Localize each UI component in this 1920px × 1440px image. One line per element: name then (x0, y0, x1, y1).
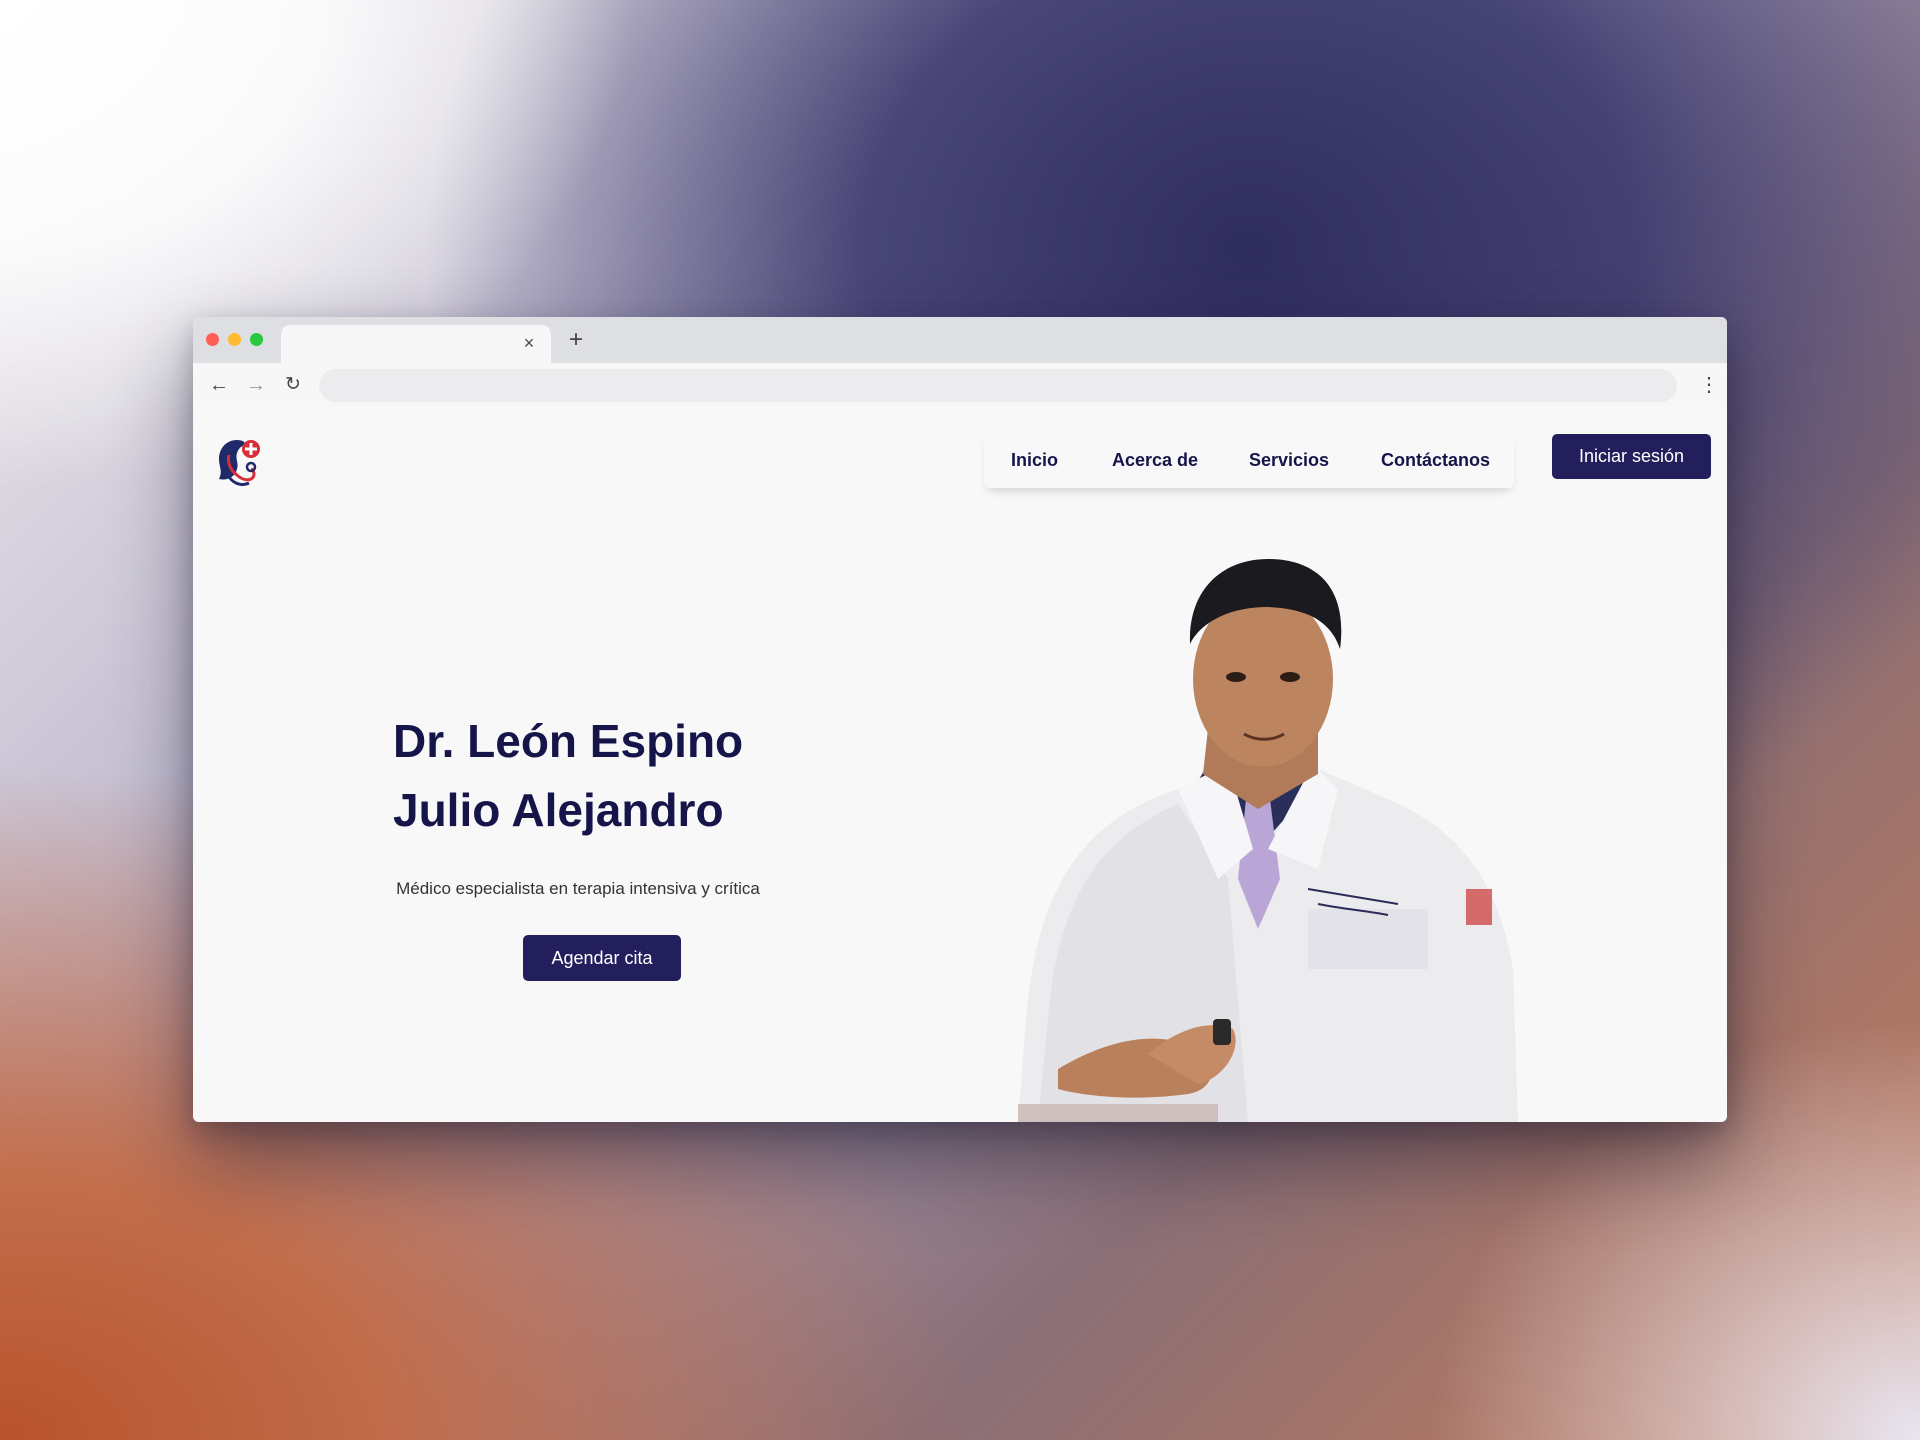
maximize-window-button[interactable] (250, 333, 263, 346)
address-bar[interactable] (319, 369, 1677, 402)
close-tab-icon[interactable]: × (519, 333, 539, 353)
nav-item-contactanos[interactable]: Contáctanos (1381, 432, 1490, 488)
browser-toolbar: ← → ↻ ⋮ (193, 363, 1727, 408)
hero-subtitle: Médico especialista en terapia intensiva… (396, 879, 760, 898)
nav-item-inicio[interactable]: Inicio (1011, 432, 1058, 488)
login-button[interactable]: Iniciar sesión (1552, 434, 1711, 479)
main-navigation: Inicio Acerca de Servicios Contáctanos (984, 432, 1514, 488)
reload-icon[interactable]: ↻ (280, 372, 306, 398)
schedule-appointment-button[interactable]: Agendar cita (523, 935, 681, 981)
nav-item-acerca-de[interactable]: Acerca de (1112, 432, 1198, 488)
web-page: Inicio Acerca de Servicios Contáctanos I… (193, 407, 1727, 1122)
hero-title-line-2: Julio Alejandro (393, 784, 724, 836)
close-window-button[interactable] (206, 333, 219, 346)
hero-title: Dr. León Espino Julio Alejandro (393, 707, 843, 845)
minimize-window-button[interactable] (228, 333, 241, 346)
browser-menu-icon[interactable]: ⋮ (1699, 372, 1719, 398)
browser-tab[interactable]: × (281, 325, 551, 363)
doctor-logo-icon[interactable] (213, 435, 265, 489)
browser-window: × + ← → ↻ ⋮ Inicio Acerca de Servicios C… (193, 317, 1727, 1122)
hero-title-line-1: Dr. León Espino (393, 715, 744, 767)
nav-item-servicios[interactable]: Servicios (1249, 432, 1329, 488)
doctor-photo (1018, 559, 1518, 1122)
back-arrow-icon[interactable]: ← (206, 372, 232, 398)
tab-bar: × + (193, 317, 1727, 363)
new-tab-icon[interactable]: + (563, 327, 589, 353)
forward-arrow-icon[interactable]: → (243, 372, 269, 398)
